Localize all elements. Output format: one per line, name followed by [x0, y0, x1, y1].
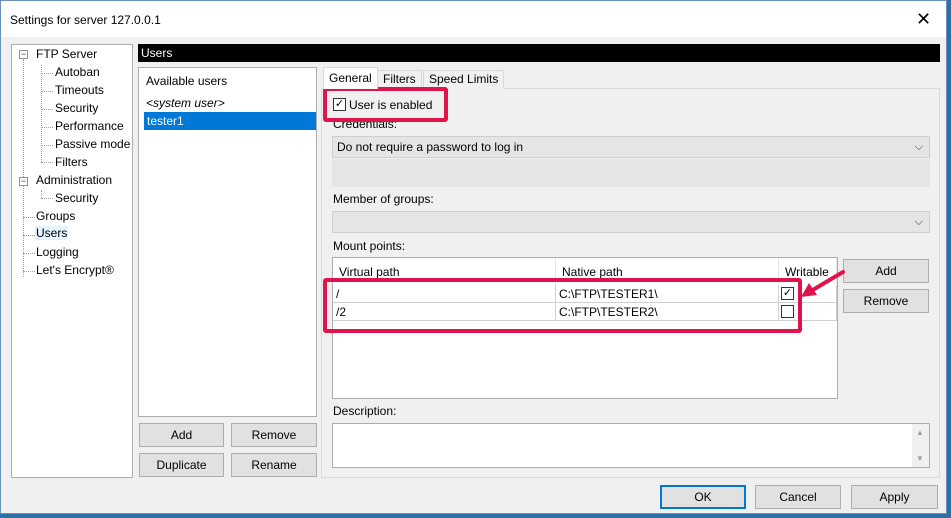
description-scrollbar[interactable]: ▲ ▼ — [912, 424, 929, 467]
tree-line — [23, 271, 35, 272]
duplicate-user-button[interactable]: Duplicate — [139, 453, 224, 477]
tree-item-users[interactable]: Users — [35, 226, 69, 240]
list-item-selected-user[interactable]: tester1 — [144, 112, 316, 130]
annotation-arrow-icon — [801, 270, 845, 297]
tree-line — [23, 235, 35, 236]
window-title: Settings for server 127.0.0.1 — [10, 13, 161, 27]
tree-item-groups[interactable]: Groups — [36, 209, 75, 223]
users-list[interactable]: Available users <system user> tester1 — [138, 67, 317, 417]
tree-line — [41, 190, 42, 198]
close-button[interactable]: ✕ — [901, 1, 946, 37]
tree-item-administration[interactable]: Administration — [36, 173, 112, 187]
tree-line — [41, 73, 53, 74]
chevron-down-icon: ⌵ — [914, 216, 923, 228]
scroll-up-icon[interactable]: ▲ — [916, 428, 924, 437]
add-user-button[interactable]: Add — [139, 423, 224, 447]
credentials-value: Do not require a password to log in — [337, 140, 524, 154]
tree-item-logging[interactable]: Logging — [36, 245, 79, 259]
annotation-highlight-mount-rows — [323, 278, 802, 333]
tree-line — [23, 217, 35, 218]
tree-line — [41, 127, 53, 128]
collapse-toggle-icon[interactable]: − — [19, 177, 28, 186]
tree-item-ftp-server[interactable]: FTP Server — [36, 47, 97, 61]
tree-item-security[interactable]: Security — [55, 101, 98, 115]
tree-line — [41, 65, 42, 162]
annotation-highlight-user-enabled — [323, 87, 448, 122]
tree-item-filters[interactable]: Filters — [55, 155, 88, 169]
tree-item-passive-mode[interactable]: Passive mode — [55, 137, 130, 151]
cancel-button[interactable]: Cancel — [755, 485, 841, 509]
description-textarea[interactable]: ▲ ▼ — [332, 423, 930, 468]
tree-line — [41, 162, 53, 163]
chevron-down-icon: ⌵ — [914, 141, 923, 153]
tree-line — [23, 253, 35, 254]
apply-button[interactable]: Apply — [851, 485, 938, 509]
tree-line — [41, 198, 53, 199]
tab-general[interactable]: General — [323, 67, 378, 89]
tree-item-autoban[interactable]: Autoban — [55, 65, 100, 79]
tree-line — [41, 91, 53, 92]
tree-item-lets-encrypt[interactable]: Let's Encrypt® — [36, 263, 114, 277]
list-item-system-user[interactable]: <system user> — [146, 96, 225, 110]
tree-line — [41, 145, 53, 146]
users-list-header: Available users — [146, 74, 228, 88]
remove-user-button[interactable]: Remove — [231, 423, 317, 447]
tree-item-timeouts[interactable]: Timeouts — [55, 83, 104, 97]
settings-dialog: Settings for server 127.0.0.1 ✕ − FTP Se… — [0, 0, 947, 514]
credentials-select[interactable]: Do not require a password to log in ⌵ — [332, 136, 930, 158]
rename-user-button[interactable]: Rename — [231, 453, 317, 477]
description-label: Description: — [333, 404, 397, 418]
tree-item-admin-security[interactable]: Security — [55, 191, 98, 205]
credentials-options-area — [332, 159, 930, 187]
close-icon: ✕ — [915, 8, 932, 29]
tree-line — [23, 59, 24, 277]
member-of-groups-label: Member of groups: — [333, 192, 434, 206]
mount-points-label: Mount points: — [333, 239, 406, 253]
settings-tree: − FTP Server Autoban Timeouts Security P… — [11, 44, 133, 478]
tree-line — [41, 109, 53, 110]
title-bar: Settings for server 127.0.0.1 ✕ — [1, 1, 946, 37]
scroll-down-icon[interactable]: ▼ — [916, 454, 924, 463]
ok-button[interactable]: OK — [660, 485, 746, 509]
remove-mount-button[interactable]: Remove — [843, 289, 929, 313]
groups-select[interactable]: ⌵ — [332, 211, 930, 233]
add-mount-button[interactable]: Add — [843, 259, 929, 283]
tree-item-performance[interactable]: Performance — [55, 119, 124, 133]
collapse-toggle-icon[interactable]: − — [19, 50, 28, 59]
section-header: Users — [138, 44, 940, 62]
